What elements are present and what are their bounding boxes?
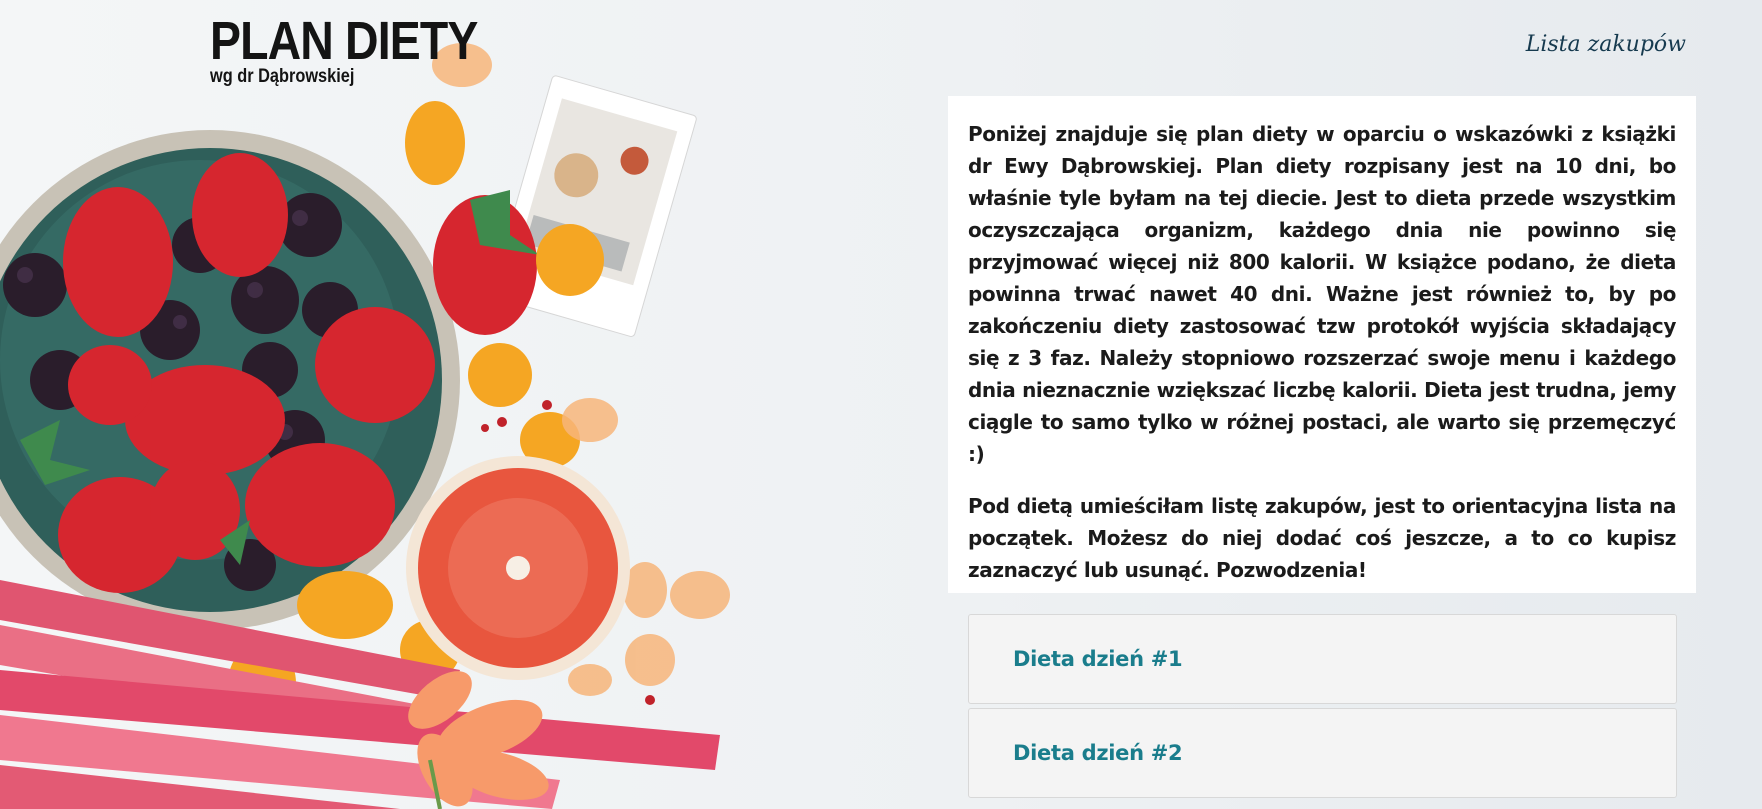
shopping-list-link[interactable]: Lista zakupów (1526, 32, 1686, 57)
day-1-accordion-header[interactable]: Dieta dzień #1 (968, 614, 1677, 704)
intro-paragraph-1: Poniżej znajduje się plan diety w oparci… (968, 122, 1676, 466)
intro-paragraph-2: Pod dietą umieściłam listę zakupów, jest… (968, 494, 1676, 582)
day-2-accordion-header[interactable]: Dieta dzień #2 (968, 708, 1677, 798)
diet-days-accordion: Dieta dzień #1 Dieta dzień #2 (968, 614, 1677, 802)
day-2-label: Dieta dzień #2 (1013, 741, 1183, 765)
brand-logo[interactable]: PLAN DIETY wg dr Dąbrowskiej (210, 12, 521, 87)
day-1-label: Dieta dzień #1 (1013, 647, 1183, 671)
intro-card: Poniżej znajduje się plan diety w oparci… (948, 96, 1696, 593)
brand-title: PLAN DIETY (210, 11, 478, 71)
brand-subtitle: wg dr Dąbrowskiej (210, 66, 355, 87)
fruit-bowl-image (0, 43, 730, 809)
